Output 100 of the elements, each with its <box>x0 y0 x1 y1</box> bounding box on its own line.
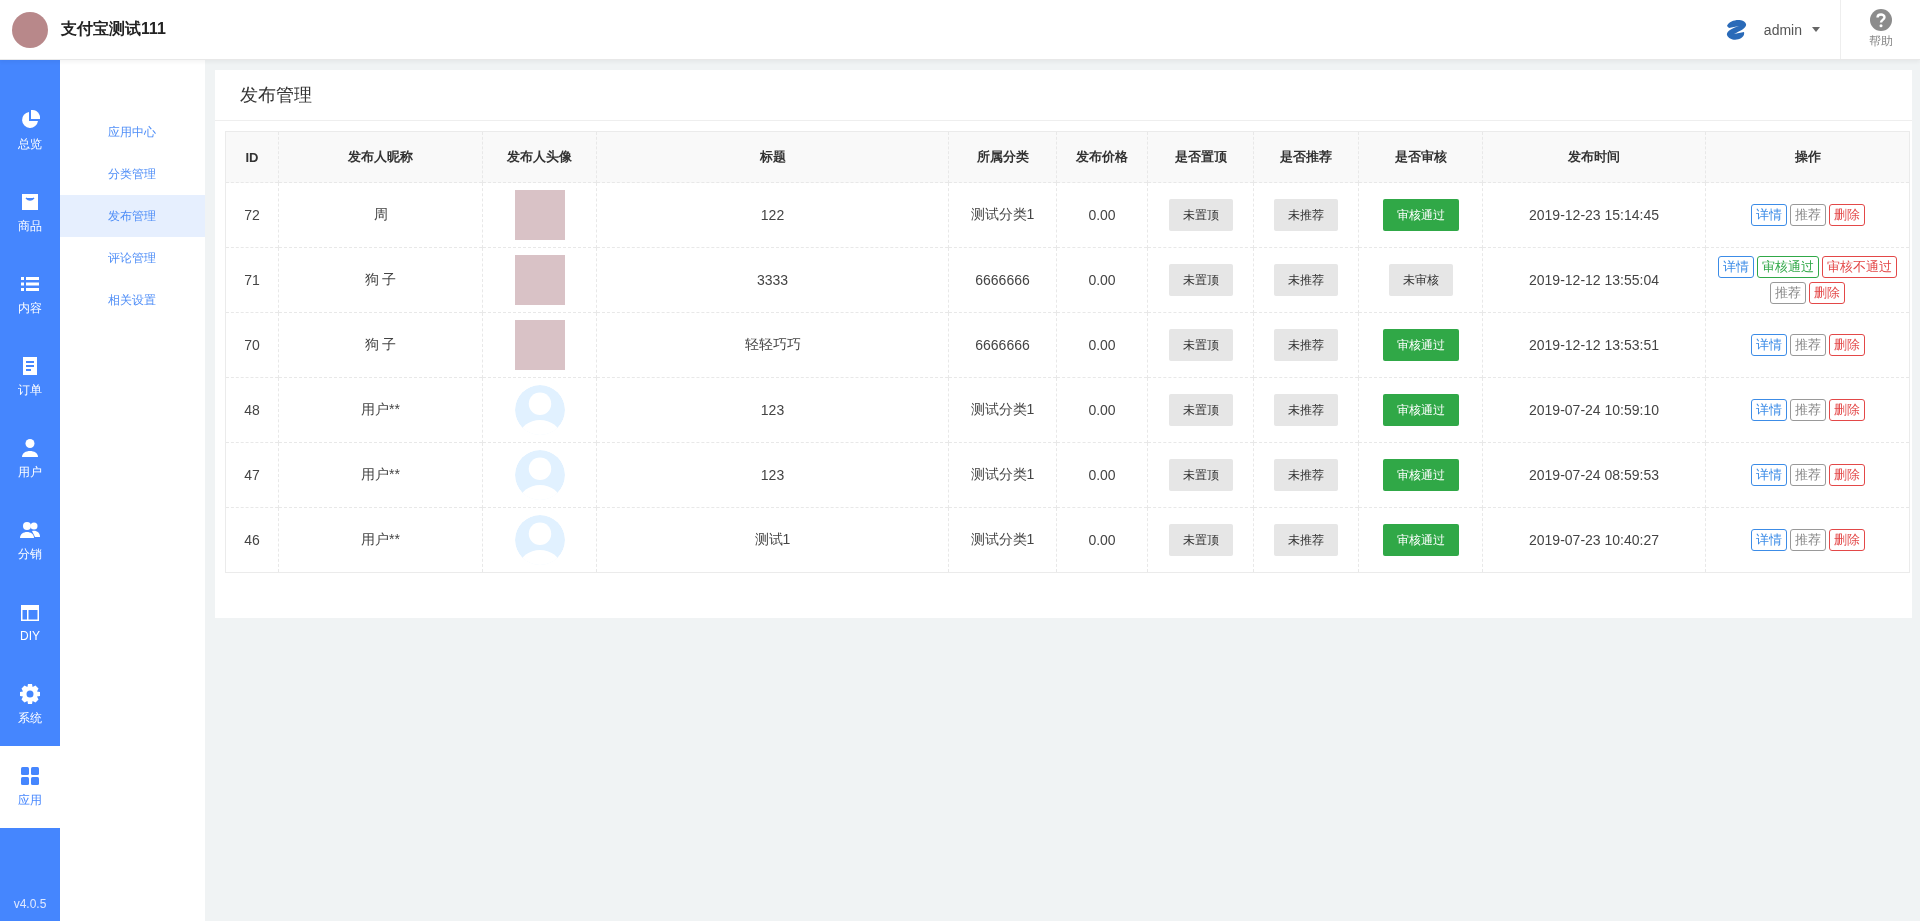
recommend-button[interactable]: 推荐 <box>1789 204 1826 226</box>
column-header: 发布时间 <box>1482 131 1706 183</box>
column-header: 发布人昵称 <box>278 131 483 183</box>
layout-icon <box>20 603 40 623</box>
recommend-toggle[interactable]: 未推荐 <box>1274 524 1338 556</box>
sidebar-item[interactable]: DIY <box>0 582 60 664</box>
detail-button[interactable]: 详情 <box>1750 204 1787 226</box>
delete-button[interactable]: 删除 <box>1809 282 1845 304</box>
pin-toggle[interactable]: 未置顶 <box>1168 394 1233 426</box>
pin-toggle[interactable]: 未置顶 <box>1168 329 1233 361</box>
detail-button[interactable]: 详情 <box>1750 399 1787 421</box>
avatar <box>12 11 48 48</box>
table-cell: 2019-12-23 15:14:45 <box>1482 182 1706 248</box>
recommend-toggle[interactable]: 未推荐 <box>1274 459 1338 491</box>
column-header: ID <box>225 131 279 183</box>
detail-button[interactable]: 详情 <box>1750 334 1787 356</box>
review-status[interactable]: 审核通过 <box>1382 524 1459 556</box>
recommend-toggle[interactable]: 未推荐 <box>1274 329 1338 361</box>
column-header: 是否推荐 <box>1253 131 1359 183</box>
table-cell: 47 <box>225 442 279 508</box>
delete-button[interactable]: 删除 <box>1828 334 1865 356</box>
table-cell: 0.00 <box>1056 247 1148 313</box>
page-title: 发布管理 <box>215 70 1912 121</box>
table-cell: 测试分类1 <box>948 507 1057 573</box>
recommend-button[interactable]: 推荐 <box>1789 334 1826 356</box>
default-avatar-icon <box>514 515 565 565</box>
review-status[interactable]: 审核通过 <box>1382 199 1459 231</box>
table-cell: 轻轻巧巧 <box>596 312 949 378</box>
default-avatar-icon <box>514 385 565 435</box>
delete-button[interactable]: 删除 <box>1828 464 1865 486</box>
grid-icon <box>20 765 40 786</box>
table-cell: 用户** <box>278 442 483 508</box>
photo-placeholder <box>514 190 565 240</box>
table-cell: 71 <box>225 247 279 313</box>
sidebar-item[interactable]: 应用 <box>0 746 60 828</box>
photo-placeholder <box>514 255 565 305</box>
sidebar-item[interactable]: 系统 <box>0 664 60 746</box>
pin-toggle[interactable]: 未置顶 <box>1168 524 1233 556</box>
pin-toggle[interactable]: 未置顶 <box>1168 199 1233 231</box>
review-status[interactable]: 审核通过 <box>1382 394 1459 426</box>
column-header: 发布人头像 <box>482 131 597 183</box>
review-status[interactable]: 审核通过 <box>1382 459 1459 491</box>
table-cell: 3333 <box>596 247 949 313</box>
table-cell: 0.00 <box>1056 507 1148 573</box>
table-cell: 用户** <box>278 507 483 573</box>
settings-icon <box>20 683 40 704</box>
recommend-toggle[interactable]: 未推荐 <box>1274 394 1338 426</box>
detail-button[interactable]: 详情 <box>1750 529 1787 551</box>
table-cell: 2019-07-24 08:59:53 <box>1482 442 1706 508</box>
column-header: 所属分类 <box>948 131 1057 183</box>
pin-toggle[interactable]: 未置顶 <box>1168 459 1233 491</box>
review-status[interactable]: 审核通过 <box>1382 329 1459 361</box>
table-cell: 70 <box>225 312 279 378</box>
help-button[interactable]: 帮助 <box>1840 0 1920 59</box>
table-cell: 2019-07-23 10:40:27 <box>1482 507 1706 573</box>
default-avatar-icon <box>514 450 565 500</box>
recommend-toggle[interactable]: 未推荐 <box>1274 199 1338 231</box>
sidebar-item[interactable]: 订单 <box>0 336 60 418</box>
delete-button[interactable]: 删除 <box>1828 204 1865 226</box>
table-cell: 46 <box>225 507 279 573</box>
detail-button[interactable]: 详情 <box>1718 256 1754 278</box>
users-icon <box>20 519 40 540</box>
sidebar-item[interactable]: 分销 <box>0 500 60 582</box>
reject-button[interactable]: 审核不通过 <box>1822 256 1897 278</box>
table-cell: 48 <box>225 377 279 443</box>
delete-button[interactable]: 删除 <box>1828 399 1865 421</box>
bag-icon <box>20 191 40 212</box>
table-cell: 6666666 <box>948 312 1057 378</box>
version-label: v4.0.5 <box>13 897 47 913</box>
sidebar-item[interactable]: 用户 <box>0 418 60 500</box>
table-cell: 测试分类1 <box>948 182 1057 248</box>
delete-button[interactable]: 删除 <box>1828 529 1865 551</box>
user-menu[interactable]: admin <box>1763 21 1840 38</box>
sidebar-item[interactable]: 总览 <box>0 90 60 172</box>
table-cell: 测试分类1 <box>948 442 1057 508</box>
column-header: 是否置顶 <box>1147 131 1254 183</box>
recommend-toggle[interactable]: 未推荐 <box>1274 264 1338 296</box>
column-header: 标题 <box>596 131 949 183</box>
table-cell: 0.00 <box>1056 182 1148 248</box>
sidebar-item[interactable]: 商品 <box>0 172 60 254</box>
recommend-button[interactable]: 推荐 <box>1789 399 1826 421</box>
recommend-button[interactable]: 推荐 <box>1789 529 1826 551</box>
recommend-button[interactable]: 推荐 <box>1789 464 1826 486</box>
table-cell: 2019-12-12 13:55:04 <box>1482 247 1706 313</box>
table-cell: 0.00 <box>1056 312 1148 378</box>
sub-menu-item[interactable]: 发布管理 <box>60 195 205 237</box>
table-cell: 测试分类1 <box>948 377 1057 443</box>
column-header: 是否审核 <box>1358 131 1483 183</box>
table-cell: 2019-12-12 13:53:51 <box>1482 312 1706 378</box>
column-header: 操作 <box>1705 131 1910 183</box>
user-icon <box>20 437 40 458</box>
sidebar-item[interactable]: 内容 <box>0 254 60 336</box>
approve-button[interactable]: 审核通过 <box>1757 256 1819 278</box>
detail-button[interactable]: 详情 <box>1750 464 1787 486</box>
review-status[interactable]: 未审核 <box>1388 264 1453 296</box>
recommend-button[interactable]: 推荐 <box>1770 282 1806 304</box>
table-cell: 周 <box>278 182 483 248</box>
pin-toggle[interactable]: 未置顶 <box>1168 264 1233 296</box>
pie-icon <box>20 109 40 130</box>
caret-icon <box>1812 27 1820 32</box>
